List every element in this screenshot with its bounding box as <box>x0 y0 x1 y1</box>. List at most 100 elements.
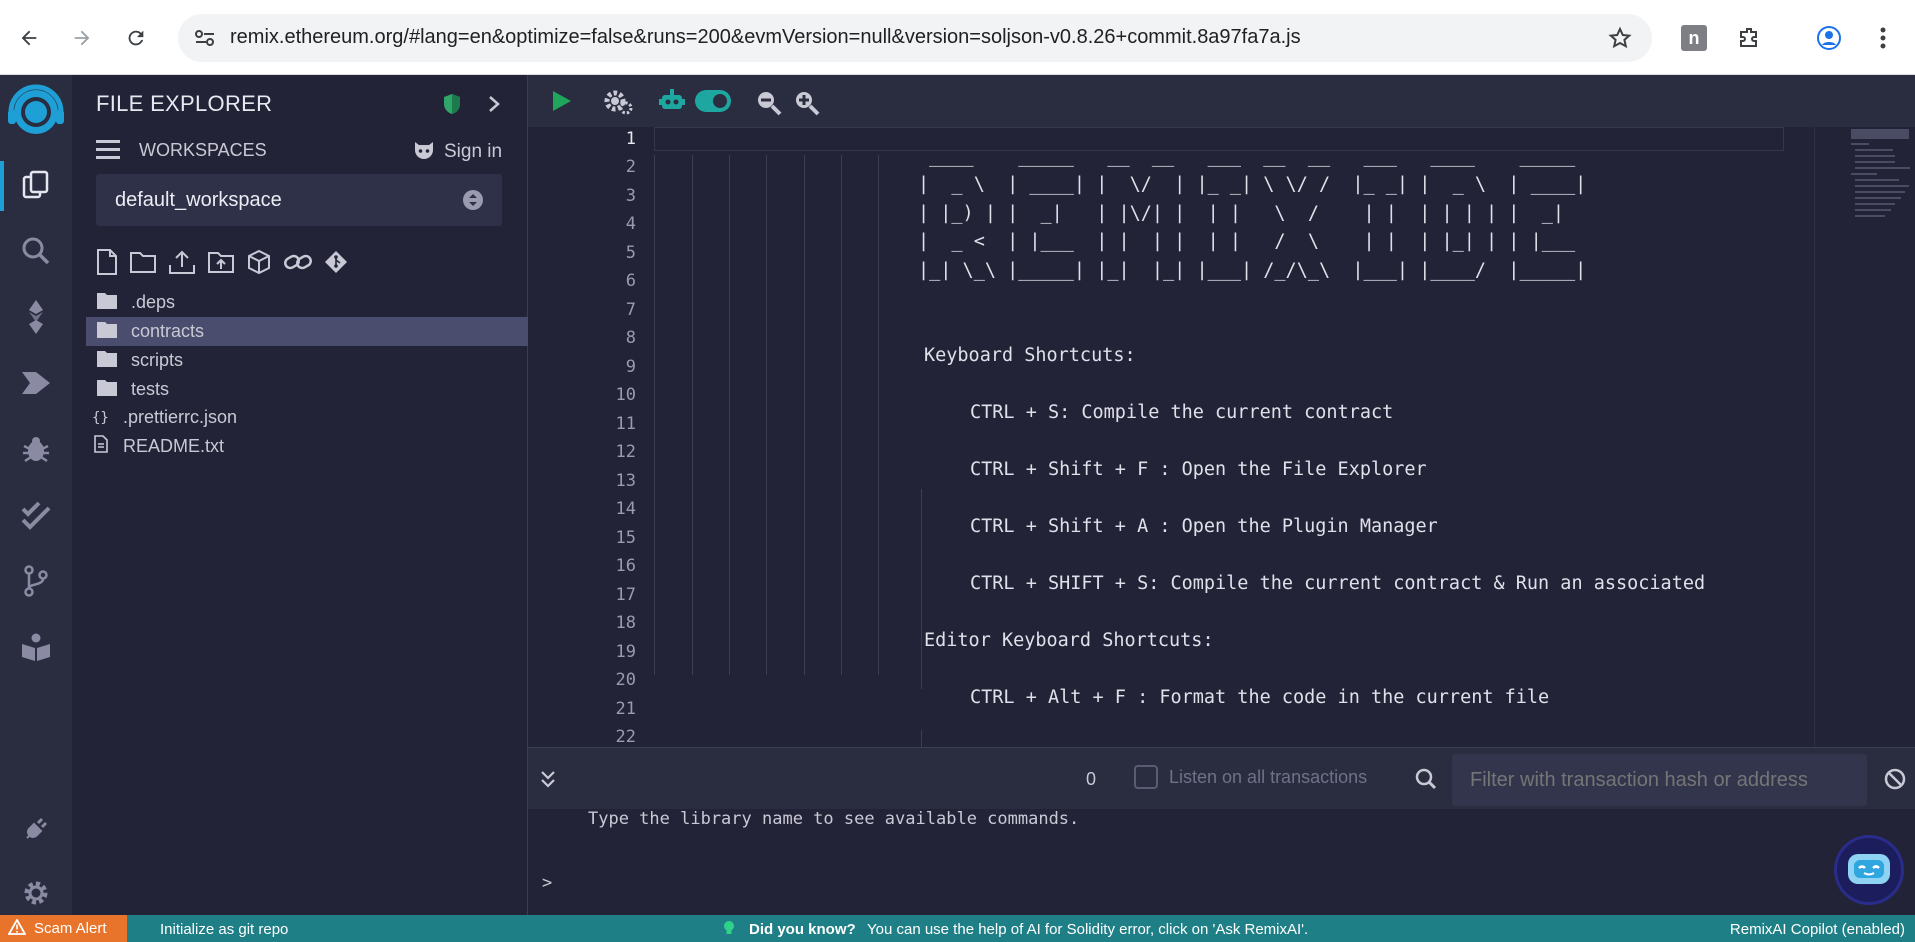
banner-line: | _ \ | ____| | \/ | |_ _| \ \/ / |_ _| … <box>918 174 1587 195</box>
site-settings-icon[interactable] <box>194 28 216 53</box>
search-icon[interactable] <box>0 223 72 279</box>
forward-arrow-icon[interactable] <box>64 20 100 56</box>
sign-in-button[interactable]: Sign in <box>412 138 502 165</box>
tree-item-contracts[interactable]: contracts <box>86 317 528 346</box>
editor-shortcuts-heading: Editor Keyboard Shortcuts: <box>924 630 1214 651</box>
tree-item-tests[interactable]: tests <box>86 375 528 404</box>
browser-menu-icon[interactable] <box>1865 20 1901 56</box>
remixai-robot-icon[interactable] <box>658 88 686 119</box>
new-folder-icon[interactable] <box>129 250 157 279</box>
remixai-copilot-status[interactable]: RemixAI Copilot (enabled) <box>1730 921 1905 938</box>
link-icon[interactable] <box>283 250 313 279</box>
tree-item-label: .deps <box>131 292 176 312</box>
editor-toolbar <box>528 75 1915 127</box>
tree-item-readme[interactable]: README.txt <box>86 432 528 461</box>
line-number: 4 <box>625 214 636 234</box>
new-file-icon[interactable] <box>96 249 118 280</box>
line-number: 20 <box>615 670 636 690</box>
scam-alert-button[interactable]: Scam Alert <box>0 915 127 942</box>
listen-all-label: Listen on all transactions <box>1169 767 1368 787</box>
compile-config-gear-icon[interactable] <box>602 88 634 121</box>
remixai-assistant-button[interactable] <box>1834 835 1904 905</box>
extension-n-icon[interactable]: n <box>1676 20 1712 56</box>
line-number: 16 <box>615 556 636 576</box>
folder-icon <box>97 321 131 343</box>
learneth-book-icon[interactable] <box>0 619 72 675</box>
listen-all-checkbox[interactable] <box>1134 765 1158 789</box>
did-you-know-label: Did you know? <box>749 921 856 938</box>
remix-logo-icon[interactable] <box>0 79 72 145</box>
address-bar[interactable]: remix.ethereum.org/#lang=en&optimize=fal… <box>178 14 1652 62</box>
profile-icon[interactable] <box>1811 20 1847 56</box>
ai-toggle-switch[interactable] <box>695 90 731 117</box>
workspace-select[interactable]: default_workspace <box>96 174 502 226</box>
banner-line: ____ _____ __ __ ___ __ __ ___ ____ ____… <box>918 146 1587 167</box>
folder-icon <box>97 292 131 314</box>
clear-terminal-icon[interactable] <box>1884 768 1906 795</box>
remixai-bot-icon <box>1844 848 1894 893</box>
git-branch-icon[interactable] <box>0 553 72 609</box>
extensions-puzzle-icon[interactable] <box>1731 20 1767 56</box>
git-clone-icon[interactable] <box>324 250 348 279</box>
line-number: 9 <box>625 357 636 377</box>
init-git-repo-link[interactable]: Initialize as git repo <box>160 921 288 938</box>
upload-folder-icon[interactable] <box>207 250 235 279</box>
tree-item-prettierrc[interactable]: {} .prettierrc.json <box>86 403 528 432</box>
terminal-output[interactable]: Type the library name to see available c… <box>528 809 1915 915</box>
code-editor[interactable]: ____ _____ __ __ ___ __ __ ___ ____ ____… <box>654 127 1814 747</box>
workspaces-label: WORKSPACES <box>139 140 267 160</box>
pending-tx-count: 0 <box>1086 769 1097 789</box>
banner-line: |_| \_\ |_____| |_| |_| |___| /_/\_\ |__… <box>918 260 1587 281</box>
hamburger-menu-icon[interactable] <box>96 139 120 164</box>
solidity-compiler-icon[interactable] <box>0 289 72 345</box>
ipfs-cube-icon[interactable] <box>246 249 272 280</box>
line-number: 14 <box>615 499 636 519</box>
zoom-out-icon[interactable] <box>756 90 782 121</box>
line-number: 12 <box>615 442 636 462</box>
editor-area: 1 2 3 4 5 6 7 8 9 10 11 12 13 14 15 16 1… <box>528 75 1915 747</box>
tree-item-label: tests <box>131 379 170 399</box>
url-text[interactable]: remix.ethereum.org/#lang=en&optimize=fal… <box>230 26 1301 49</box>
scam-alert-label: Scam Alert <box>34 920 107 937</box>
back-arrow-icon[interactable] <box>11 20 47 56</box>
debugger-bug-icon[interactable] <box>0 421 72 477</box>
shortcuts-heading: Keyboard Shortcuts: <box>924 345 1136 366</box>
shortcut-line: CTRL + Shift + F : Open the File Explore… <box>970 459 1427 480</box>
unit-testing-icon[interactable] <box>0 487 72 543</box>
tree-item-label: .prettierrc.json <box>123 407 238 427</box>
terminal-prompt[interactable]: > <box>542 873 552 893</box>
editor-minimap[interactable] <box>1814 127 1915 747</box>
chevron-right-icon[interactable] <box>488 95 500 118</box>
deploy-run-icon[interactable] <box>0 355 72 411</box>
collapse-terminal-icon[interactable] <box>540 770 556 793</box>
reload-icon[interactable] <box>118 20 154 56</box>
upload-file-icon[interactable] <box>168 249 196 280</box>
tree-item-scripts[interactable]: scripts <box>86 346 528 375</box>
terminal-search-icon[interactable] <box>1415 768 1437 795</box>
file-explorer-icon[interactable] <box>0 157 72 213</box>
line-number: 2 <box>625 157 636 177</box>
shield-icon[interactable] <box>442 93 462 120</box>
bookmark-star-icon[interactable] <box>1608 26 1632 55</box>
warning-triangle-icon <box>7 917 27 939</box>
line-number: 17 <box>615 585 636 605</box>
zoom-in-icon[interactable] <box>794 90 820 121</box>
line-number: 13 <box>615 471 636 491</box>
line-number: 11 <box>615 414 636 434</box>
panel-title: FILE EXPLORER <box>96 91 273 116</box>
run-play-icon[interactable] <box>552 90 572 117</box>
settings-gear-icon[interactable] <box>0 865 72 921</box>
sign-in-label: Sign in <box>444 140 503 162</box>
tip-text: You can use the help of AI for Solidity … <box>867 921 1309 938</box>
tree-item-deps[interactable]: .deps <box>86 288 528 317</box>
line-number: 8 <box>625 328 636 348</box>
tx-filter-input[interactable] <box>1452 754 1867 806</box>
text-file-icon <box>94 435 123 458</box>
plugin-manager-icon[interactable] <box>0 801 72 857</box>
shortcut-line: CTRL + S: Compile the current contract <box>970 402 1394 423</box>
shortcut-line: CTRL + SHIFT + S: Compile the current co… <box>970 573 1706 594</box>
icon-panel <box>0 75 72 915</box>
terminal-toolbar: 0 Listen on all transactions <box>528 747 1915 809</box>
lightbulb-icon <box>723 920 735 940</box>
tree-item-label: README.txt <box>123 436 225 456</box>
